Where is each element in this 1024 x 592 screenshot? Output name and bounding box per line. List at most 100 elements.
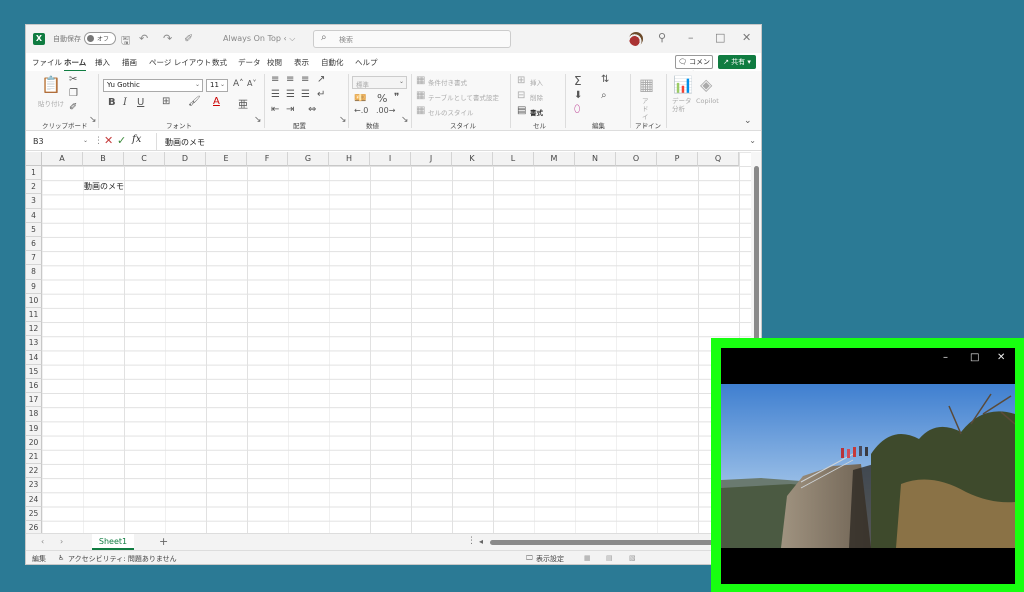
row-header[interactable]: 1 <box>26 166 42 181</box>
column-header[interactable]: I <box>370 152 411 166</box>
format-painter-icon[interactable]: ✐ <box>69 102 77 113</box>
row-header[interactable]: 11 <box>26 308 42 323</box>
row-header[interactable]: 16 <box>26 379 42 394</box>
data-analysis-label[interactable]: データ 分析 <box>672 97 692 113</box>
accessibility-icon[interactable]: ♿ <box>58 554 64 562</box>
align-bottom-icon[interactable]: ≡ <box>301 74 309 85</box>
copy-icon[interactable]: ❐ <box>69 88 78 99</box>
clipboard-expander-icon[interactable]: ↘ <box>89 115 97 125</box>
accessibility-status[interactable]: アクセシビリティ: 問題ありません <box>68 554 177 564</box>
borders-icon[interactable]: ⊞ <box>162 96 170 107</box>
column-header[interactable]: L <box>493 152 534 166</box>
font-size-select[interactable]: 11 ⌄ <box>206 79 228 92</box>
insert-function-icon[interactable]: fx <box>132 134 141 145</box>
autosave-toggle[interactable]: オフ <box>84 32 116 45</box>
column-header[interactable]: F <box>247 152 288 166</box>
addins-icon[interactable]: ▦ <box>639 75 654 94</box>
row-header[interactable]: 26 <box>26 521 42 533</box>
tab-help[interactable]: ヘルプ <box>355 57 378 68</box>
merge-center-icon[interactable]: ⇔ <box>308 104 316 115</box>
column-header[interactable]: N <box>575 152 616 166</box>
name-box[interactable]: B3 ⌄ <box>29 135 91 149</box>
row-header[interactable]: 9 <box>26 279 42 294</box>
row-header[interactable]: 17 <box>26 393 42 408</box>
format-as-table-icon[interactable]: ▦ <box>416 90 425 101</box>
delete-cells-icon[interactable]: ⊟ <box>517 90 525 101</box>
cell-styles-label[interactable]: セルのスタイル <box>428 107 474 117</box>
row-header[interactable]: 8 <box>26 265 42 280</box>
maximize-icon[interactable]: □ <box>970 352 979 363</box>
row-header[interactable]: 3 <box>26 194 42 209</box>
align-center-icon[interactable]: ☰ <box>286 89 295 100</box>
close-icon[interactable]: ✕ <box>997 352 1005 363</box>
scroll-left-icon[interactable]: ◂ <box>479 537 483 546</box>
fill-icon[interactable]: ⬇ <box>574 90 582 101</box>
column-header[interactable]: K <box>452 152 493 166</box>
copilot-icon[interactable]: ◈ <box>700 75 712 94</box>
column-header[interactable]: Q <box>698 152 739 166</box>
row-header[interactable]: 23 <box>26 478 42 493</box>
row-header[interactable]: 12 <box>26 322 42 337</box>
video-player-window[interactable]: – □ ✕ <box>721 348 1015 584</box>
comma-style-icon[interactable]: ❞ <box>394 92 399 103</box>
clear-icon[interactable]: ⬯ <box>574 104 580 115</box>
fill-color-icon[interactable]: 🖌 <box>188 96 201 107</box>
undo-icon[interactable]: ↶ <box>139 32 148 45</box>
wrap-text-icon[interactable]: ↵ <box>317 89 325 100</box>
close-icon[interactable]: ✕ <box>742 31 751 44</box>
row-header[interactable]: 5 <box>26 222 42 237</box>
column-header[interactable]: C <box>124 152 165 166</box>
spreadsheet-grid[interactable]: 動画のメモ A B C D E F G H I J K L M N O P Q 1 2 3 4 5 6 7 8 9 10 11 12 13… <box>26 152 751 533</box>
autosum-icon[interactable]: Σ <box>574 74 582 88</box>
page-layout-view-icon[interactable]: ▤ <box>606 554 613 562</box>
align-middle-icon[interactable]: ≡ <box>286 74 294 85</box>
decrease-indent-icon[interactable]: ⇤ <box>271 104 279 115</box>
row-header[interactable]: 14 <box>26 350 42 365</box>
data-analysis-icon[interactable]: 📊 <box>673 75 693 94</box>
row-header[interactable]: 18 <box>26 407 42 422</box>
paste-label[interactable]: 貼り付け <box>38 98 64 108</box>
percent-style-button[interactable]: % <box>377 92 387 105</box>
maximize-icon[interactable]: □ <box>715 31 725 44</box>
increase-indent-icon[interactable]: ⇥ <box>286 104 294 115</box>
tab-view[interactable]: 表示 <box>294 57 309 68</box>
minimize-icon[interactable]: – <box>688 31 694 44</box>
tab-review[interactable]: 校閲 <box>267 57 282 68</box>
conditional-format-label[interactable]: 条件付き書式 <box>428 77 467 87</box>
collapse-ribbon-icon[interactable]: ⌄ <box>744 116 752 126</box>
tab-insert[interactable]: 挿入 <box>95 57 110 68</box>
cell-b3[interactable]: 動画のメモ <box>84 181 124 192</box>
document-title[interactable]: Always On Top ‹ ⌵ <box>223 34 295 44</box>
cut-icon[interactable]: ✂ <box>69 74 77 85</box>
pin-icon[interactable]: ⚲ <box>658 31 666 44</box>
copilot-label[interactable]: Copilot <box>696 97 719 105</box>
display-settings-icon[interactable]: 🖵 <box>526 554 533 563</box>
column-header[interactable]: J <box>411 152 452 166</box>
insert-cells-icon[interactable]: ⊞ <box>517 75 525 86</box>
tab-data[interactable]: データ <box>238 57 261 68</box>
formula-input[interactable]: 動画のメモ <box>156 133 213 151</box>
shrink-font-icon[interactable]: A˅ <box>247 79 256 88</box>
column-header[interactable]: P <box>657 152 698 166</box>
add-sheet-button[interactable]: + <box>159 535 168 548</box>
italic-button[interactable]: I <box>123 97 127 108</box>
row-header[interactable]: 15 <box>26 364 42 379</box>
align-top-icon[interactable]: ≡ <box>271 74 279 85</box>
normal-view-icon[interactable]: ▦ <box>584 554 591 562</box>
tab-page-layout[interactable]: ページ レイアウト <box>149 57 211 68</box>
number-format-select[interactable]: 標準 ⌄ <box>352 76 407 89</box>
chevron-right-icon[interactable]: › <box>60 537 63 546</box>
column-header[interactable]: O <box>616 152 657 166</box>
row-header[interactable]: 19 <box>26 421 42 436</box>
format-cells-icon[interactable]: ▤ <box>517 105 526 116</box>
paste-icon[interactable]: 📋 <box>41 75 61 94</box>
cell-styles-icon[interactable]: ▦ <box>416 105 425 116</box>
grow-font-icon[interactable]: A˄ <box>233 79 244 89</box>
select-all-corner[interactable] <box>26 152 42 166</box>
cancel-icon[interactable]: ✕ <box>104 134 113 147</box>
column-header[interactable]: A <box>42 152 83 166</box>
horizontal-scroll-thumb[interactable] <box>490 540 720 545</box>
save-icon[interactable]: 🖫 <box>121 32 130 51</box>
accounting-format-icon[interactable]: 💴 <box>354 93 366 104</box>
format-cells-label[interactable]: 書式 <box>530 107 543 117</box>
